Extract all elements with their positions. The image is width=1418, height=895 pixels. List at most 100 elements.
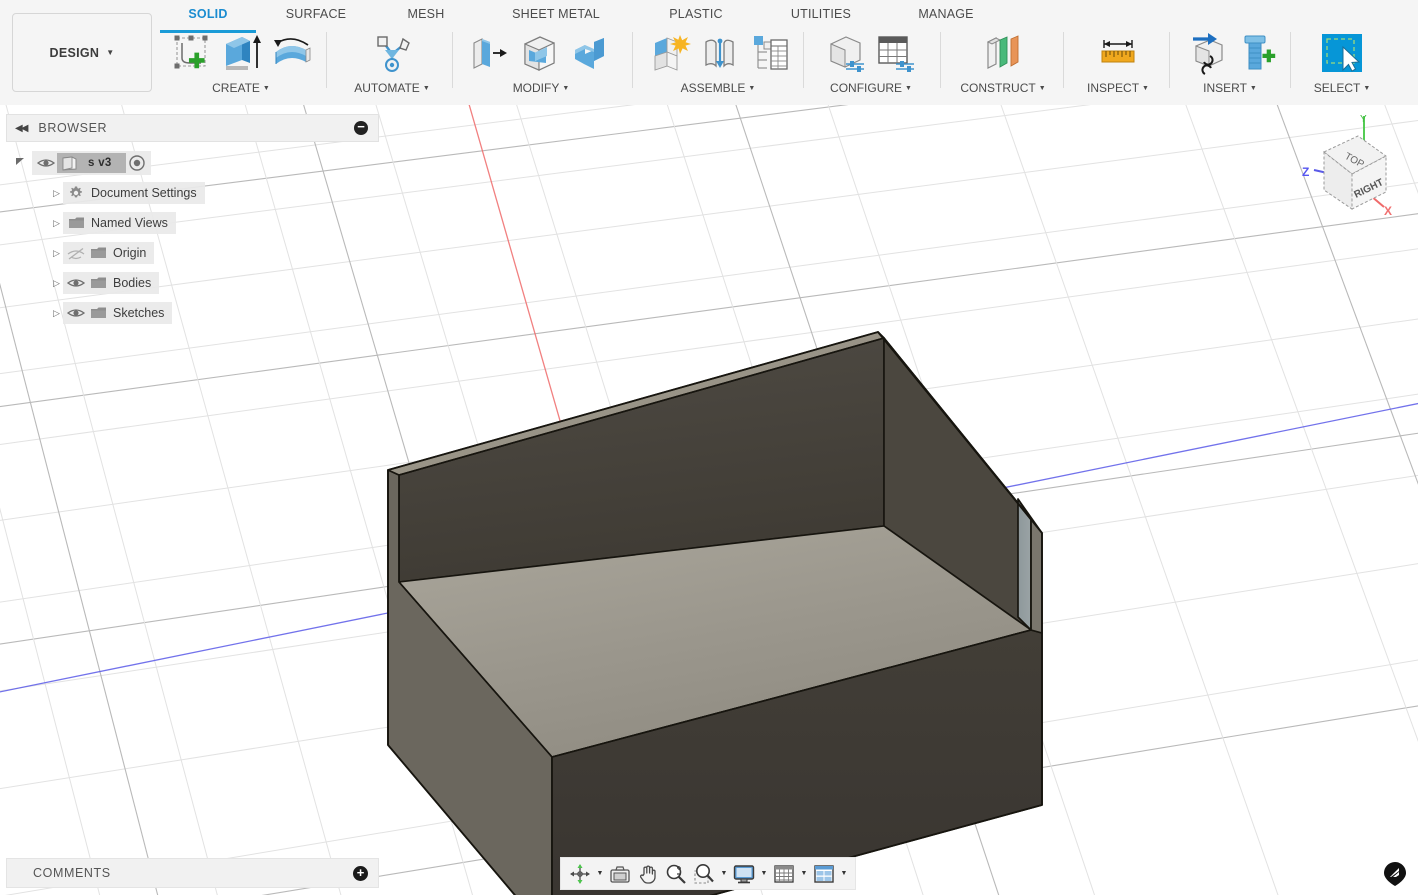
chevron-down-icon: ▼	[748, 85, 756, 92]
visibility-eye-icon[interactable]	[65, 275, 87, 291]
panel-create: CREATE ▼	[166, 30, 316, 100]
tree-row-bodies[interactable]: ▷ Bodies	[6, 268, 379, 298]
navigation-toolbar: ▼ ▼ ▼ ▼ ▼	[560, 857, 856, 890]
shell-icon[interactable]	[516, 30, 562, 76]
panel-configure-label: CONFIGURE ▼	[830, 81, 912, 95]
expand-arrow-icon[interactable]: ▷	[50, 188, 63, 199]
comments-panel[interactable]: COMMENTS +	[6, 858, 379, 888]
pan-hand-icon[interactable]	[635, 861, 661, 887]
tree-label-document-settings: Document Settings	[91, 186, 197, 200]
panel-modify: MODIFY ▼	[462, 30, 620, 100]
tree-row-sketches[interactable]: ▷ Sketches	[6, 298, 379, 328]
tab-plastic[interactable]: PLASTIC	[636, 7, 756, 29]
expand-triangle-icon[interactable]	[6, 154, 32, 172]
folder-icon	[65, 215, 87, 231]
orbit-dropdown-caret-icon[interactable]: ▼	[595, 870, 605, 877]
look-at-icon[interactable]	[607, 861, 633, 887]
tab-sheet-metal[interactable]: SHEET METAL	[476, 7, 636, 29]
tree-row-named-views[interactable]: ▷ Named Views	[6, 208, 379, 238]
measure-icon[interactable]	[1095, 30, 1141, 76]
chevron-down-icon: ▼	[1038, 85, 1046, 92]
select-window-icon[interactable]	[1319, 30, 1365, 76]
expand-arrow-icon[interactable]: ▷	[50, 248, 63, 259]
tree-label-bodies: Bodies	[113, 276, 152, 290]
view-cube[interactable]: Y X Z TOP RIGHT	[1292, 112, 1412, 234]
configure-part-icon[interactable]	[822, 30, 868, 76]
tab-manage-label: MANAGE	[918, 7, 974, 21]
tab-utilities-label: UTILITIES	[790, 7, 852, 21]
viewports-dropdown-caret-icon[interactable]: ▼	[839, 870, 849, 877]
tree-label-sketches: Sketches	[113, 306, 165, 320]
zoom-window-icon[interactable]	[691, 861, 717, 887]
orbit-icon[interactable]	[567, 861, 593, 887]
expand-arrow-icon[interactable]: ▷	[50, 308, 63, 319]
inner-wall-right-front	[1017, 498, 1032, 631]
panel-inspect-label: INSPECT ▼	[1087, 81, 1149, 95]
joint-icon[interactable]	[697, 30, 743, 76]
autodesk-marker-icon[interactable]	[1382, 861, 1408, 887]
bom-table-icon[interactable]	[747, 30, 793, 76]
expand-arrow-icon[interactable]: ▷	[50, 278, 63, 289]
add-comment-icon[interactable]: +	[353, 865, 368, 881]
folder-icon	[87, 245, 109, 261]
panel-divider-4	[803, 32, 804, 88]
viewcube-axis-x-label: X	[1384, 204, 1392, 218]
construct-plane-icon[interactable]	[980, 30, 1026, 76]
panel-divider-8	[1290, 32, 1291, 88]
grid-dropdown-caret-icon[interactable]: ▼	[799, 870, 809, 877]
tab-utilities[interactable]: UTILITIES	[756, 7, 886, 29]
panel-insert: INSERT ▼	[1178, 30, 1282, 100]
grid-icon[interactable]	[771, 861, 797, 887]
zoom-icon[interactable]	[663, 861, 689, 887]
panel-configure: CONFIGURE ▼	[812, 30, 930, 100]
panel-divider-5	[940, 32, 941, 88]
new-component-icon[interactable]	[647, 30, 693, 76]
visibility-eye-off-icon[interactable]	[65, 245, 87, 261]
panel-inspect: INSPECT ▼	[1072, 30, 1164, 100]
tab-manage[interactable]: MANAGE	[886, 7, 1006, 29]
insert-mcmaster-icon[interactable]	[1234, 30, 1280, 76]
chevron-down-icon: ▼	[1363, 85, 1371, 92]
tab-mesh[interactable]: MESH	[376, 7, 476, 29]
comments-title: COMMENTS	[33, 866, 111, 880]
panel-automate: AUTOMATE ▼	[342, 30, 442, 100]
tab-plastic-label: PLASTIC	[669, 7, 723, 21]
workspace-label: DESIGN	[49, 45, 100, 60]
folder-icon	[87, 305, 109, 321]
configure-table-icon[interactable]	[872, 30, 918, 76]
viewports-icon[interactable]	[811, 861, 837, 887]
tree-row-document-settings[interactable]: ▷ Document Settings	[6, 178, 379, 208]
workspace-selector[interactable]: DESIGN ▼	[12, 13, 152, 92]
create-sketch-icon[interactable]	[168, 30, 214, 76]
press-pull-icon[interactable]	[466, 30, 512, 76]
viewcube-axis-y-label: Y	[1360, 114, 1367, 125]
combine-icon[interactable]	[566, 30, 612, 76]
visibility-eye-icon[interactable]	[65, 305, 87, 321]
tab-sheet-metal-label: SHEET METAL	[512, 7, 600, 21]
panel-create-label: CREATE ▼	[212, 81, 270, 95]
automate-icon[interactable]	[369, 30, 415, 76]
panel-assemble-label: ASSEMBLE ▼	[680, 81, 756, 95]
tree-row-root[interactable]: s v3	[6, 148, 379, 178]
display-icon[interactable]	[731, 861, 757, 887]
expand-arrow-icon[interactable]: ▷	[50, 218, 63, 229]
ribbon-toolbar: DESIGN ▼ SOLID SURFACE MESH SHEET METAL …	[0, 0, 1418, 105]
browser-tree: s v3 ▷ Document Settings ▷ Named Views ▷…	[6, 148, 379, 328]
minimize-icon[interactable]: −	[354, 120, 368, 135]
tab-surface[interactable]: SURFACE	[256, 7, 376, 29]
insert-derive-icon[interactable]	[1184, 30, 1230, 76]
visibility-eye-icon[interactable]	[35, 155, 57, 171]
tab-solid-label: SOLID	[188, 7, 228, 21]
revolve-icon[interactable]	[268, 30, 314, 76]
display-dropdown-caret-icon[interactable]: ▼	[759, 870, 769, 877]
extrude-icon[interactable]	[218, 30, 264, 76]
component-activate-radio-icon[interactable]	[126, 155, 148, 171]
panel-modify-label: MODIFY ▼	[512, 81, 570, 95]
collapse-panel-icon[interactable]: ◀◀	[15, 123, 28, 134]
chevron-down-icon: ▼	[262, 85, 270, 92]
panel-select: SELECT ▼	[1298, 30, 1386, 100]
panel-construct-label: CONSTRUCT ▼	[960, 81, 1046, 95]
zoom-window-dropdown-caret-icon[interactable]: ▼	[719, 870, 729, 877]
tree-row-origin[interactable]: ▷ Origin	[6, 238, 379, 268]
tab-solid[interactable]: SOLID	[160, 7, 256, 33]
